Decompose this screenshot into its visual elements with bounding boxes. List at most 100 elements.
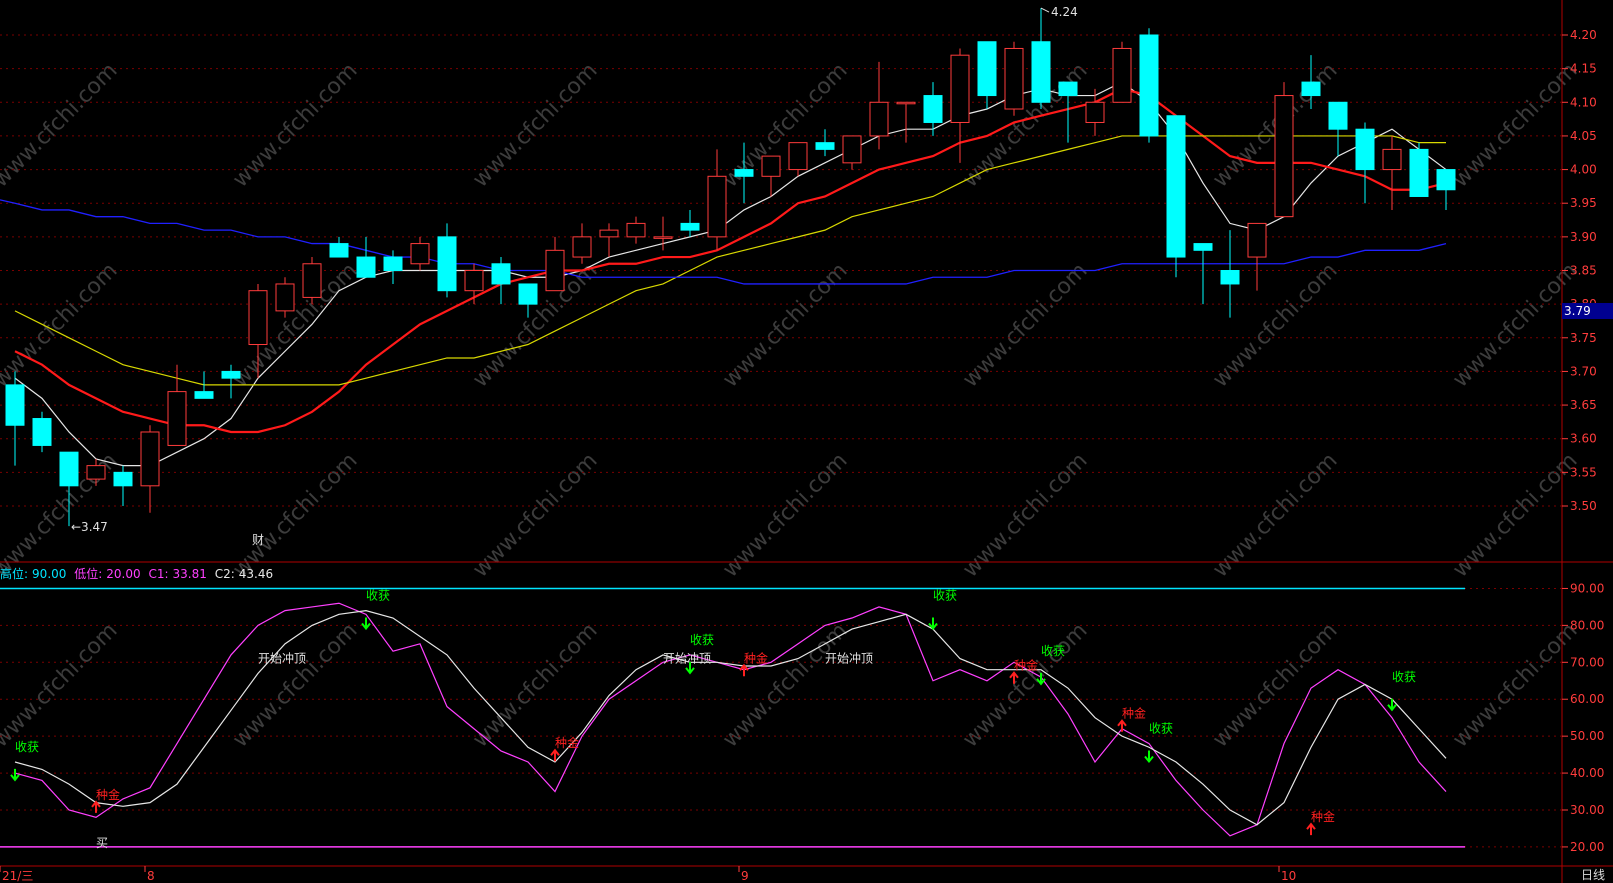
candle-body: [248, 290, 268, 346]
legend-high-value: 90.00: [32, 567, 67, 581]
buy-arrow-icon: [1306, 822, 1316, 836]
buy-signal-label: 种金: [1014, 658, 1038, 673]
candle-body: [167, 391, 187, 446]
sell-signal-label: 收获: [366, 589, 390, 603]
legend-low-value: 20.00: [106, 567, 141, 581]
watermark-text: www.cfchi.com: [468, 58, 602, 192]
candle-body: [1355, 128, 1375, 171]
indicator-tick-label: 50.00: [1570, 729, 1604, 743]
watermark-text: www.cfchi.com: [0, 258, 123, 392]
sell-signal-label: 收获: [933, 589, 957, 603]
sell-signal-label: 收获: [1392, 670, 1416, 684]
candle-body: [1247, 222, 1267, 258]
candle-body: [734, 169, 754, 177]
legend-c2-value: 43.46: [238, 567, 274, 581]
indicator-legend: 高位: 90.00 低位: 20.00 C1: 33.81 C2: 43.46: [0, 565, 277, 582]
stock-chart[interactable]: www.cfchi.com www.cfchi.com www.cfchi.com w…: [0, 0, 1613, 883]
price-tick-label: 3.65: [1570, 398, 1597, 412]
candle-body: [680, 222, 700, 231]
candle-body: [1220, 270, 1240, 285]
period-label[interactable]: 日线: [1581, 866, 1605, 883]
candle-body: [113, 471, 133, 487]
candle-body: [86, 465, 106, 480]
price-tick-label: 3.70: [1570, 364, 1597, 378]
watermark-text: www.cfchi.com: [228, 618, 362, 752]
candle-body: [410, 243, 430, 265]
chart-window: www.cfchi.com www.cfchi.com www.cfchi.com w…: [0, 0, 1613, 883]
price-tick-label: 4.10: [1570, 95, 1597, 109]
sell-arrow-icon: [1144, 750, 1154, 764]
signal-label: 买: [96, 836, 108, 850]
candle-body: [1301, 81, 1321, 97]
sell-arrow-icon: [361, 617, 371, 631]
buy-signal-label: 种金: [96, 787, 120, 802]
candle-body: [815, 142, 835, 150]
indicator-tick-label: 30.00: [1570, 803, 1604, 817]
candle-body: [896, 101, 916, 105]
candle-body: [194, 391, 214, 399]
min-price-label: ←3.47: [71, 520, 108, 534]
x-tick-label: 21/三: [2, 869, 33, 883]
candle-body: [626, 222, 646, 238]
legend-high-label: 高位:: [0, 567, 29, 581]
signal-label: 开始冲顶: [663, 650, 711, 665]
candle-body: [275, 283, 295, 312]
buy-arrow-icon: [739, 663, 749, 677]
candle-body: [1085, 101, 1105, 123]
event-marker: 财: [252, 533, 264, 547]
watermark-text: www.cfchi.com: [958, 258, 1092, 392]
signal-label: 开始冲顶: [258, 650, 306, 665]
price-tick-label: 3.60: [1570, 432, 1597, 446]
max-label-arrow: [1040, 7, 1050, 13]
candle-body: [32, 418, 52, 446]
legend-c1-label: C1:: [148, 567, 169, 581]
price-tick-label: 3.55: [1570, 465, 1597, 479]
buy-signal-label: 种金: [744, 650, 768, 665]
candle-body: [788, 142, 808, 171]
candle-body: [140, 431, 160, 487]
legend-c2-label: C2:: [214, 567, 235, 581]
candle-body: [1112, 47, 1132, 103]
candle-body: [221, 370, 241, 379]
price-tick-label: 3.75: [1570, 331, 1597, 345]
sell-arrow-icon: [1387, 698, 1397, 712]
candle-body: [464, 270, 484, 292]
candle-body: [1166, 115, 1186, 258]
sell-signal-label: 收获: [690, 633, 714, 647]
watermark-text: www.cfchi.com: [228, 58, 362, 192]
indicator-tick-label: 80.00: [1570, 618, 1604, 632]
watermark-text: www.cfchi.com: [718, 618, 852, 752]
x-tick-label: 8: [147, 869, 155, 883]
watermark-text: www.cfchi.com: [0, 58, 123, 192]
watermark-text: www.cfchi.com: [718, 258, 852, 392]
indicator-tick-label: 20.00: [1570, 840, 1604, 854]
candle-body: [1058, 81, 1078, 97]
price-tick-label: 4.05: [1570, 129, 1597, 143]
sell-signal-label: 收获: [1149, 721, 1173, 735]
price-tick-label: 4.15: [1570, 62, 1597, 76]
buy-signal-label: 种金: [1311, 809, 1335, 824]
signal-label: 开始冲顶: [825, 650, 873, 665]
candle-body: [59, 451, 79, 487]
candle-body: [1328, 101, 1348, 130]
candle-body: [437, 236, 457, 292]
candle-body: [356, 256, 376, 278]
candle-body: [1382, 148, 1402, 171]
price-tick-label: 3.95: [1570, 196, 1597, 210]
candle-body: [950, 54, 970, 123]
candle-body: [5, 384, 25, 426]
candle-body: [1409, 148, 1429, 197]
buy-signal-label: 种金: [555, 735, 579, 750]
candle-body: [923, 95, 943, 123]
candle-body: [1004, 47, 1024, 110]
sell-signal-label: 收获: [1041, 644, 1065, 658]
candle-body: [572, 236, 592, 258]
candle-body: [1031, 41, 1051, 103]
watermark-text: www.cfchi.com: [1208, 618, 1342, 752]
legend-c1-value: 33.81: [172, 567, 207, 581]
candle-body: [518, 283, 538, 305]
x-tick-label: 9: [741, 869, 749, 883]
candle-body: [842, 135, 862, 164]
candle-body: [761, 155, 781, 177]
candle-body: [977, 41, 997, 97]
